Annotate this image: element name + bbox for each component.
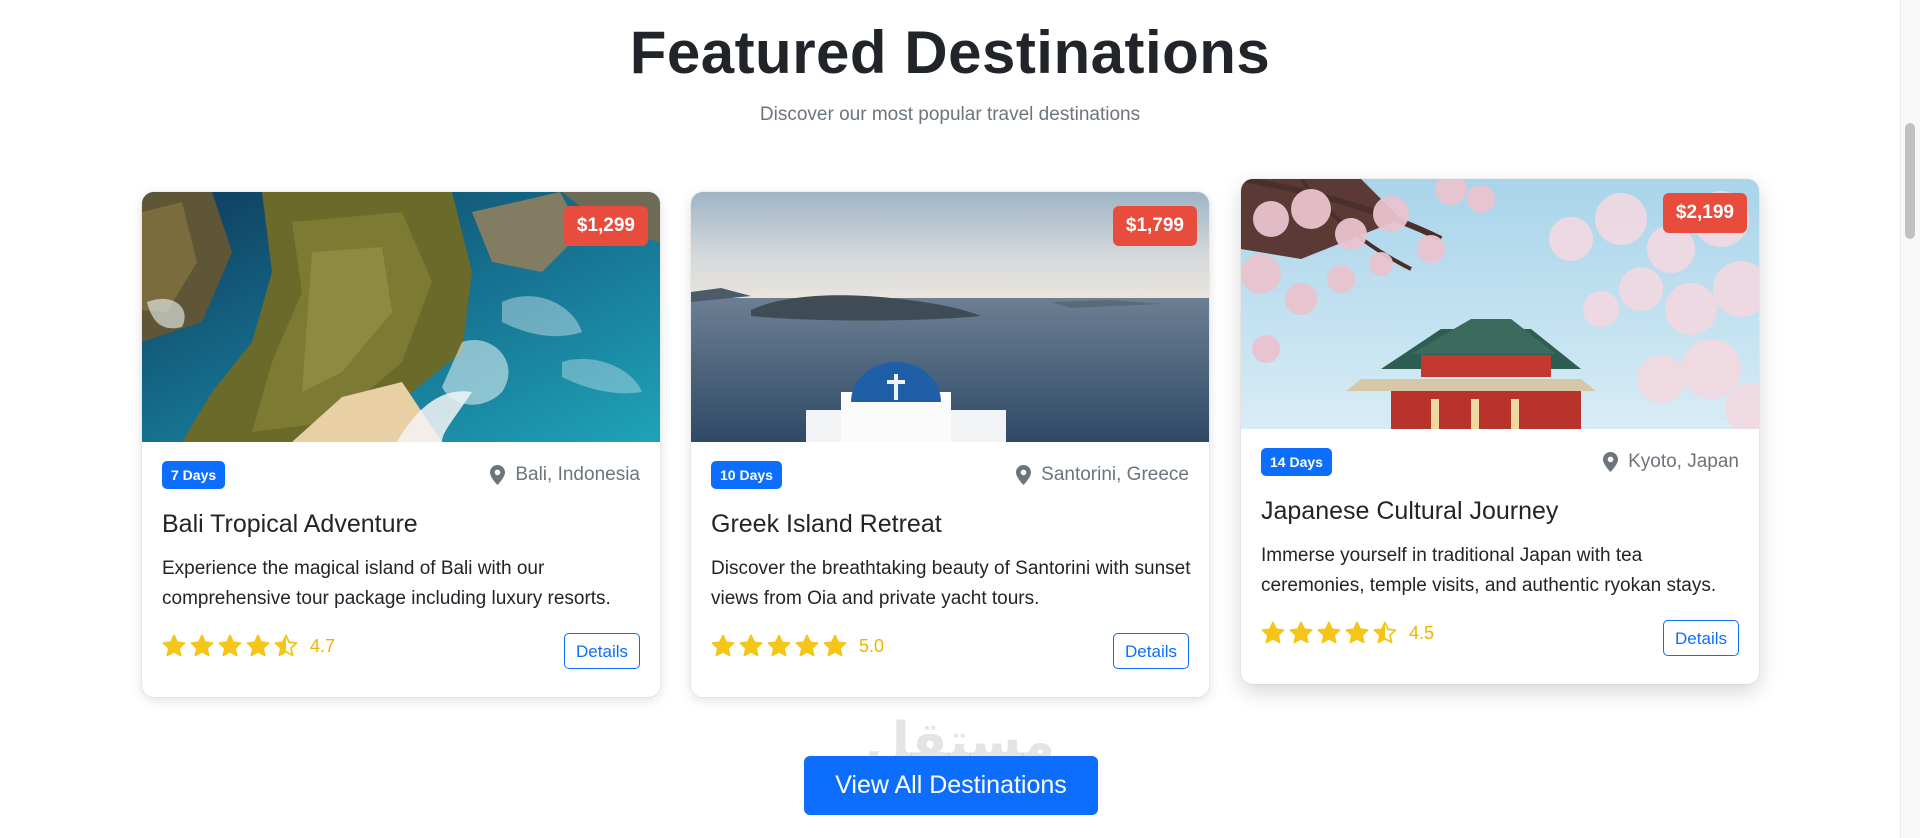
star-icon	[1317, 621, 1341, 644]
star-rating: 5.0	[711, 633, 884, 659]
section-subheading: Discover our most popular travel destina…	[759, 104, 1141, 125]
price-badge: $1,299	[563, 206, 648, 246]
star-icon	[1261, 621, 1285, 644]
location: Santorini, Greece	[1016, 462, 1189, 488]
map-pin-icon	[490, 465, 506, 485]
scrollbar-thumb[interactable]	[1905, 123, 1915, 239]
rating-value: 5.0	[859, 635, 885, 656]
price-badge: $1,799	[1112, 206, 1197, 246]
destination-title: Greek Island Retreat	[711, 510, 942, 538]
destination-card: $1,299 7 Days Bali, Indonesia Bali Tropi…	[142, 192, 660, 697]
location-label: Bali, Indonesia	[515, 464, 640, 485]
destination-card: $1,799 10 Days Santorini, Greece Greek I…	[691, 192, 1209, 697]
details-button[interactable]: Details	[1663, 620, 1739, 656]
location: Kyoto, Japan	[1603, 449, 1739, 475]
price-badge: $2,199	[1662, 193, 1747, 233]
star-icon	[246, 634, 270, 657]
rating-value: 4.7	[310, 635, 336, 656]
view-all-destinations-button[interactable]: View All Destinations	[804, 756, 1098, 815]
map-pin-icon	[1016, 465, 1032, 485]
location-label: Santorini, Greece	[1041, 464, 1189, 485]
star-icon	[823, 634, 847, 657]
details-button[interactable]: Details	[1113, 633, 1189, 669]
duration-badge: 7 Days	[162, 461, 226, 489]
rating-value: 4.5	[1409, 622, 1435, 643]
map-pin-icon	[1603, 452, 1619, 472]
star-icon	[767, 634, 791, 657]
star-half-icon	[1373, 621, 1397, 644]
destination-card: $2,199 14 Days Kyoto, Japan Japanese Cul…	[1241, 179, 1759, 684]
duration-badge: 10 Days	[711, 461, 782, 489]
destination-description: Immerse yourself in traditional Japan wi…	[1261, 545, 1717, 596]
star-icon	[162, 634, 186, 657]
destination-photo-kyoto: $2,199	[1241, 179, 1759, 429]
star-rating: 4.7	[162, 633, 335, 659]
duration-badge: 14 Days	[1261, 448, 1332, 476]
star-icon	[190, 634, 214, 657]
destination-title: Japanese Cultural Journey	[1261, 497, 1559, 525]
star-icon	[739, 634, 763, 657]
destination-title: Bali Tropical Adventure	[162, 510, 418, 538]
destination-description: Discover the breathtaking beauty of Sant…	[711, 558, 1191, 609]
star-rating: 4.5	[1261, 620, 1434, 646]
destination-photo-santorini: $1,799	[691, 192, 1209, 442]
section-heading: Featured Destinations	[629, 19, 1271, 86]
star-half-icon	[274, 634, 298, 657]
star-icon	[711, 634, 735, 657]
destination-photo-bali: $1,299	[142, 192, 660, 442]
star-icon	[795, 634, 819, 657]
star-icon	[1345, 621, 1369, 644]
details-button[interactable]: Details	[564, 633, 640, 669]
star-icon	[218, 634, 242, 657]
destination-description: Experience the magical island of Bali wi…	[162, 558, 611, 609]
location: Bali, Indonesia	[490, 462, 640, 488]
star-icon	[1289, 621, 1313, 644]
location-label: Kyoto, Japan	[1628, 451, 1739, 472]
